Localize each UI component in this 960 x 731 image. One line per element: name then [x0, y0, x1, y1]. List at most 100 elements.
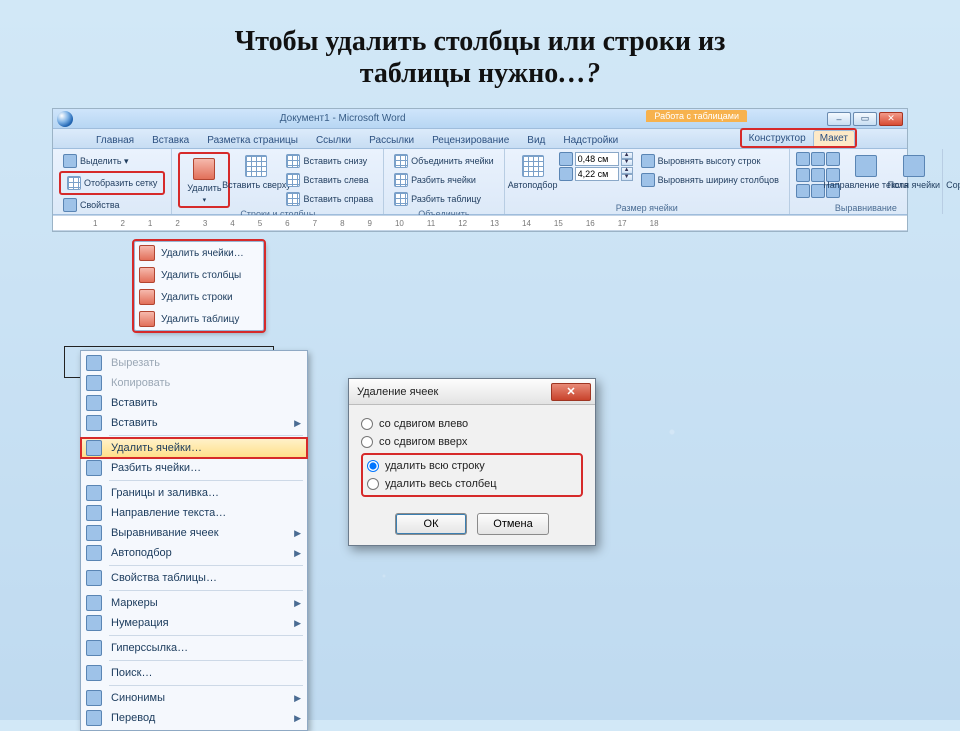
tab-layout[interactable]: Макет — [813, 130, 855, 146]
context-menu-item[interactable]: Маркеры▶ — [81, 593, 307, 613]
context-menu-item[interactable]: Выравнивание ячеек▶ — [81, 523, 307, 543]
ok-button[interactable]: ОК — [395, 513, 467, 535]
spin-up[interactable]: ▲ — [621, 152, 633, 159]
insert-left-button[interactable]: Вставить слева — [282, 171, 377, 189]
cell-margins-button[interactable]: Поля ячейки — [892, 152, 936, 191]
menu-delete-cells[interactable]: Удалить ячейки… — [135, 242, 263, 264]
context-menu-item[interactable]: Автоподбор▶ — [81, 543, 307, 563]
sort-button[interactable]: Сортировка — [949, 152, 960, 191]
row-height-spinner[interactable]: ▲▼ — [559, 152, 633, 166]
tab-home[interactable]: Главная — [87, 131, 143, 148]
merge-cells-button[interactable]: Объединить ячейки — [390, 152, 497, 170]
radio-shift-up[interactable] — [361, 436, 373, 448]
group-data-label: Данные — [949, 205, 960, 215]
delete-button[interactable]: Удалить▾ — [182, 155, 226, 205]
office-orb-icon[interactable] — [57, 111, 73, 127]
close-button[interactable]: ✕ — [879, 112, 903, 126]
dist-rows-icon — [641, 154, 655, 168]
autofit-button[interactable]: Автоподбор — [511, 152, 555, 191]
context-menu-item[interactable]: Границы и заливка… — [81, 483, 307, 503]
radio-delete-col[interactable] — [367, 478, 379, 490]
align-ml-icon[interactable] — [796, 168, 810, 182]
align-tr-icon[interactable] — [826, 152, 840, 166]
insert-left-icon — [286, 173, 300, 187]
dialog-close-button[interactable]: ✕ — [551, 383, 591, 401]
menu-item-icon — [86, 665, 102, 681]
context-menu-item[interactable]: Разбить ячейки… — [81, 458, 307, 478]
align-bl-icon[interactable] — [796, 184, 810, 198]
select-button[interactable]: Выделить ▾ — [59, 152, 165, 170]
menu-item-icon — [86, 440, 102, 456]
context-menu-item[interactable]: Направление текста… — [81, 503, 307, 523]
context-menu-item[interactable]: Перевод▶ — [81, 708, 307, 728]
opt-delete-row[interactable]: удалить всю строку — [367, 457, 577, 475]
spin-down[interactable]: ▼ — [621, 174, 633, 181]
delete-cells-icon — [139, 245, 155, 261]
align-tc-icon[interactable] — [811, 152, 825, 166]
tab-view[interactable]: Вид — [518, 131, 554, 148]
context-menu-item[interactable]: Удалить ячейки… — [81, 438, 307, 458]
tab-review[interactable]: Рецензирование — [423, 131, 518, 148]
opt-delete-col[interactable]: удалить весь столбец — [367, 475, 577, 493]
ruler-mark: 7 — [313, 219, 317, 228]
slide-title: Чтобы удалить столбцы или строки из табл… — [0, 0, 960, 104]
insert-above-button[interactable]: Вставить сверху — [234, 152, 278, 191]
minimize-button[interactable]: – — [827, 112, 851, 126]
ruler-mark: 15 — [554, 219, 563, 228]
col-width-input[interactable] — [575, 167, 619, 181]
cancel-button[interactable]: Отмена — [477, 513, 549, 535]
opt-shift-up[interactable]: со сдвигом вверх — [361, 433, 583, 451]
properties-button[interactable]: Свойства — [59, 196, 165, 214]
group-merge: Объединить ячейки Разбить ячейки Разбить… — [384, 149, 504, 214]
menu-item-icon — [86, 485, 102, 501]
insert-right-button[interactable]: Вставить справа — [282, 190, 377, 208]
tab-design[interactable]: Конструктор — [742, 130, 813, 146]
submenu-arrow-icon: ▶ — [290, 418, 301, 429]
ruler-mark: 8 — [340, 219, 344, 228]
menu-item-label: Гиперссылка… — [107, 642, 301, 654]
menu-delete-table[interactable]: Удалить таблицу — [135, 308, 263, 330]
tab-mailings[interactable]: Рассылки — [360, 131, 423, 148]
delete-cells-dialog: Удаление ячеек ✕ со сдвигом влево со сдв… — [348, 378, 596, 546]
menu-item-label: Синонимы — [107, 692, 290, 704]
context-menu-item[interactable]: Поиск… — [81, 663, 307, 683]
tab-references[interactable]: Ссылки — [307, 131, 360, 148]
ruler-mark: 2 — [175, 219, 179, 228]
context-menu-item[interactable]: Вставить — [81, 393, 307, 413]
show-grid-button[interactable]: Отобразить сетку — [63, 174, 161, 192]
ruler: 12123456789101112131415161718 — [53, 215, 907, 231]
tab-addins[interactable]: Надстройки — [554, 131, 627, 148]
spin-up[interactable]: ▲ — [621, 167, 633, 174]
context-menu-item[interactable]: Вставить▶ — [81, 413, 307, 433]
context-menu-item[interactable]: Гиперссылка… — [81, 638, 307, 658]
radio-shift-left[interactable] — [361, 418, 373, 430]
maximize-button[interactable]: ▭ — [853, 112, 877, 126]
insert-below-button[interactable]: Вставить снизу — [282, 152, 377, 170]
context-menu-item[interactable]: Нумерация▶ — [81, 613, 307, 633]
slide-title-a: Чтобы удалить столбцы или строки из — [235, 26, 726, 57]
distribute-rows-button[interactable]: Выровнять высоту строк — [637, 152, 783, 170]
text-direction-button[interactable]: Направление текста — [844, 152, 888, 191]
split-cells-button[interactable]: Разбить ячейки — [390, 171, 497, 189]
group-table: Выделить ▾ Отобразить сетку Свойства Таб… — [53, 149, 172, 214]
opt-shift-left[interactable]: со сдвигом влево — [361, 415, 583, 433]
menu-delete-rows[interactable]: Удалить строки — [135, 286, 263, 308]
align-tl-icon[interactable] — [796, 152, 810, 166]
context-menu-item[interactable]: Синонимы▶ — [81, 688, 307, 708]
row-height-input[interactable] — [575, 152, 619, 166]
tab-insert[interactable]: Вставка — [143, 131, 198, 148]
delete-icon — [193, 158, 215, 180]
radio-delete-row[interactable] — [367, 460, 379, 472]
split-table-button[interactable]: Разбить таблицу — [390, 190, 497, 208]
submenu-arrow-icon: ▶ — [290, 528, 301, 539]
col-width-spinner[interactable]: ▲▼ — [559, 167, 633, 181]
menu-delete-cols[interactable]: Удалить столбцы — [135, 264, 263, 286]
submenu-arrow-icon: ▶ — [290, 618, 301, 629]
spin-down[interactable]: ▼ — [621, 159, 633, 166]
menu-item-icon — [86, 460, 102, 476]
delete-table-icon — [139, 311, 155, 327]
distribute-cols-button[interactable]: Выровнять ширину столбцов — [637, 171, 783, 189]
menu-item-icon — [86, 505, 102, 521]
tab-pagelayout[interactable]: Разметка страницы — [198, 131, 307, 148]
context-menu-item[interactable]: Свойства таблицы… — [81, 568, 307, 588]
